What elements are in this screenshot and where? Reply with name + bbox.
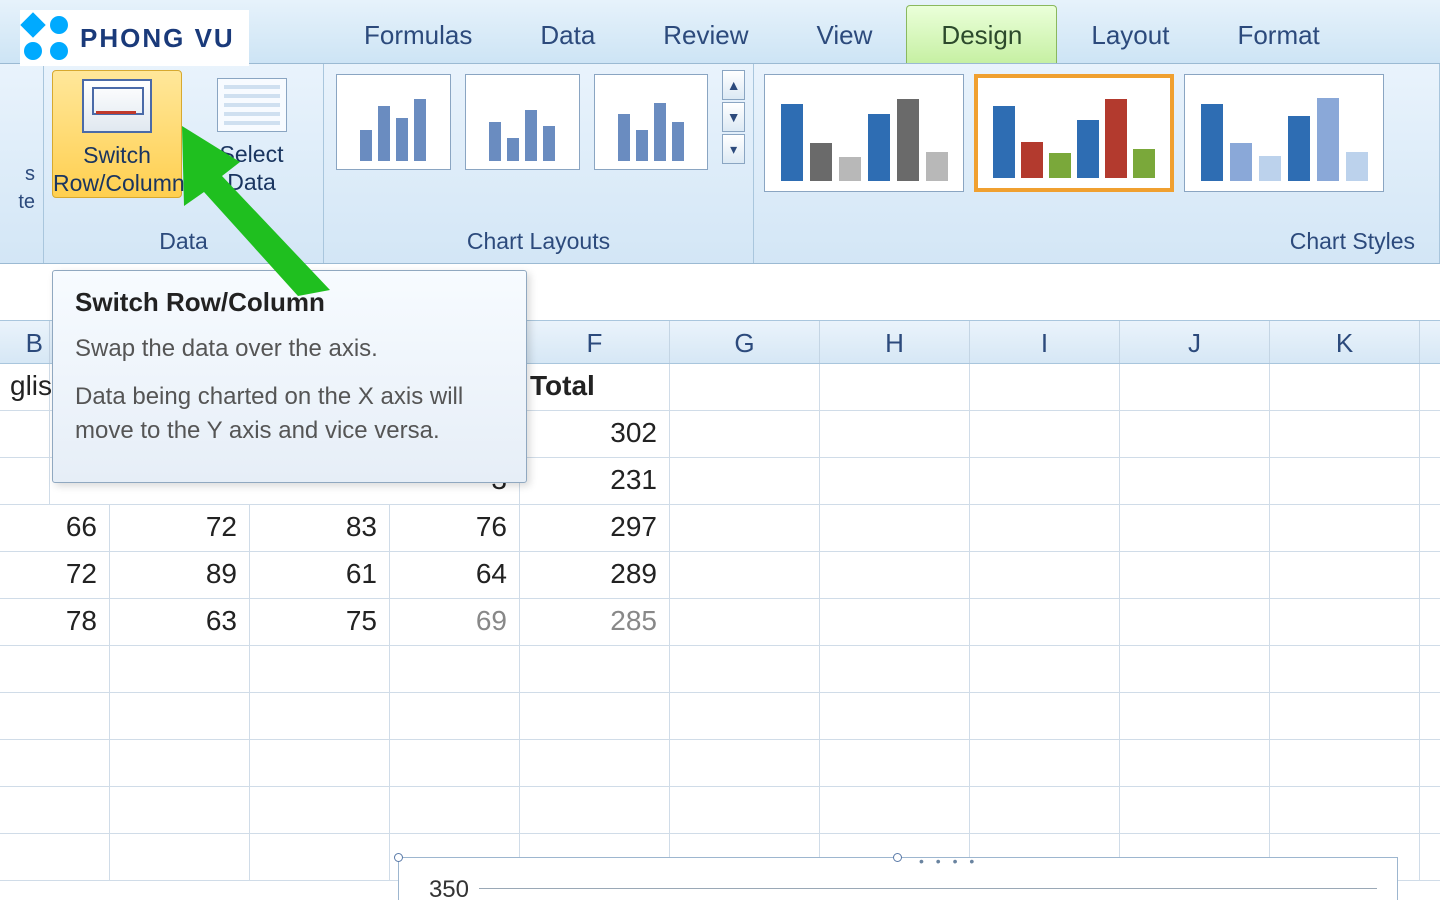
chart-style-3[interactable]	[1184, 74, 1384, 192]
cell[interactable]: 72	[110, 505, 250, 551]
tooltip-title: Switch Row/Column	[75, 287, 504, 318]
table-row: 78 63 75 69 285	[0, 599, 1440, 646]
group-label-empty	[8, 224, 35, 261]
cell[interactable]: Total	[520, 364, 670, 410]
ytick: 350	[409, 876, 469, 900]
col-J[interactable]: J	[1120, 321, 1270, 363]
scroll-more-icon[interactable]: ▾	[722, 134, 745, 164]
table-row: 72 89 61 64 289	[0, 552, 1440, 599]
cell[interactable]: 231	[520, 458, 670, 504]
cell[interactable]: 285	[520, 599, 670, 645]
layout-gallery-scroll[interactable]: ▲ ▼ ▾	[722, 70, 745, 164]
switch-row-column-button[interactable]: SwitchRow/Column	[52, 70, 182, 198]
tooltip-switch-row-column: Switch Row/Column Swap the data over the…	[52, 270, 527, 483]
tab-data[interactable]: Data	[506, 6, 629, 63]
tab-review[interactable]: Review	[629, 6, 782, 63]
scroll-down-icon[interactable]: ▼	[722, 102, 745, 132]
logo-text: PHONG VU	[80, 23, 235, 54]
group-label-data: Data	[52, 224, 315, 261]
logo-mark	[24, 16, 68, 60]
col-I[interactable]: I	[970, 321, 1120, 363]
embedded-chart[interactable]: • • • • 350 300 250 200 Joe	[398, 857, 1398, 900]
group-data: SwitchRow/Column SelectData Data	[44, 64, 324, 263]
tab-layout[interactable]: Layout	[1057, 6, 1203, 63]
chart-style-2-selected[interactable]	[974, 74, 1174, 192]
chart-y-axis: 350 300 250 200	[409, 870, 469, 900]
cell[interactable]: 289	[520, 552, 670, 598]
group-chart-layouts: ▲ ▼ ▾ Chart Layouts	[324, 64, 754, 263]
tooltip-line-2: Data being charted on the X axis will mo…	[75, 380, 504, 448]
col-B[interactable]: B	[0, 321, 50, 363]
group-label-styles: Chart Styles	[762, 224, 1431, 261]
chart-layout-2[interactable]	[465, 74, 580, 170]
ribbon: ste SwitchRow/Column SelectData Data ▲ ▼…	[0, 64, 1440, 264]
col-K[interactable]: K	[1270, 321, 1420, 363]
cell[interactable]: 66	[0, 505, 110, 551]
table-row	[0, 740, 1440, 787]
tab-formulas[interactable]: Formulas	[330, 6, 506, 63]
chart-resize-handle[interactable]	[893, 853, 902, 862]
chart-plot-area[interactable]	[479, 876, 1377, 900]
cell[interactable]: glis	[0, 364, 50, 410]
cell[interactable]: 63	[110, 599, 250, 645]
switch-row-column-icon	[82, 79, 152, 133]
chart-style-1[interactable]	[764, 74, 964, 192]
cell[interactable]: 69	[390, 599, 520, 645]
cell[interactable]: 61	[250, 552, 390, 598]
group-type-partial: ste	[0, 64, 44, 263]
cell[interactable]: 72	[0, 552, 110, 598]
tooltip-line-1: Swap the data over the axis.	[75, 332, 504, 366]
logo: PHONG VU	[20, 10, 249, 66]
group-chart-styles: Chart Styles	[754, 64, 1440, 263]
col-G[interactable]: G	[670, 321, 820, 363]
cell[interactable]: 302	[520, 411, 670, 457]
chart-layout-1[interactable]	[336, 74, 451, 170]
chart-resize-handle[interactable]	[394, 853, 403, 862]
cell[interactable]: 78	[0, 599, 110, 645]
cell[interactable]: 83	[250, 505, 390, 551]
cell[interactable]: 89	[110, 552, 250, 598]
chart-layout-3[interactable]	[594, 74, 709, 170]
table-row	[0, 646, 1440, 693]
group-label-layouts: Chart Layouts	[332, 224, 745, 261]
partial-label-1: ste	[8, 70, 35, 216]
col-F[interactable]: F	[520, 321, 670, 363]
cell[interactable]: 64	[390, 552, 520, 598]
scroll-up-icon[interactable]: ▲	[722, 70, 745, 100]
col-H[interactable]: H	[820, 321, 970, 363]
chart-move-handle[interactable]: • • • •	[919, 853, 978, 869]
tab-design[interactable]: Design	[906, 5, 1057, 63]
table-row	[0, 787, 1440, 834]
cell[interactable]: 76	[390, 505, 520, 551]
table-row	[0, 693, 1440, 740]
tab-view[interactable]: View	[783, 6, 907, 63]
cell[interactable]: 75	[250, 599, 390, 645]
select-data-button[interactable]: SelectData	[188, 70, 315, 196]
tab-format[interactable]: Format	[1203, 6, 1353, 63]
select-data-icon	[217, 78, 287, 132]
table-row: 66 72 83 76 297	[0, 505, 1440, 552]
cell[interactable]: 297	[520, 505, 670, 551]
